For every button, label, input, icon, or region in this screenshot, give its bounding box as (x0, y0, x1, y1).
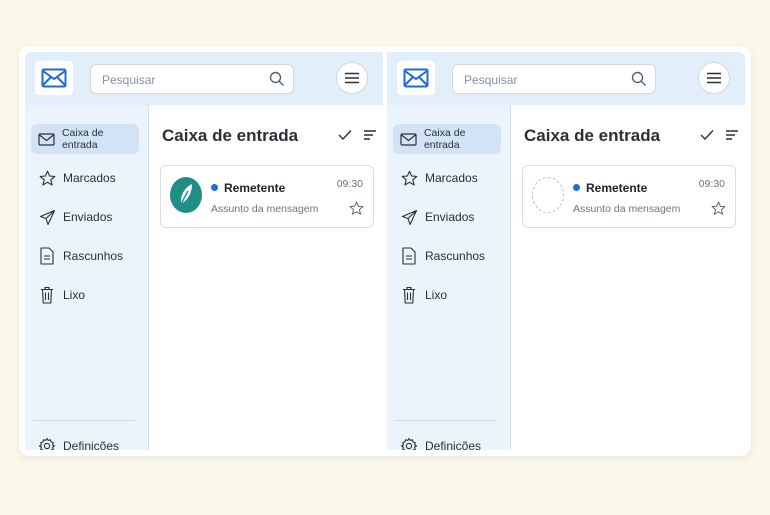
message-subject: Assunto da mensagem (573, 203, 681, 215)
search-icon[interactable] (631, 71, 647, 87)
comparison-card: Pesquisar Caixa de entrada Marcados Envi… (19, 46, 751, 456)
page-title: Caixa de entrada (162, 126, 299, 145)
send-icon (39, 209, 55, 225)
check-icon[interactable] (338, 129, 352, 141)
trash-icon (403, 286, 415, 304)
trash-icon (41, 286, 53, 304)
sidebar-item-label: Caixa de entrada (61, 127, 104, 151)
star-icon (401, 170, 417, 186)
sidebar-item-label: Marcados (425, 171, 478, 185)
mail-logo[interactable] (397, 61, 435, 95)
leaf-logo-icon (180, 184, 192, 205)
sidebar-item-label: Rascunhos (63, 249, 124, 263)
sidebar-item-trash[interactable]: Lixo (393, 280, 501, 310)
hamburger-icon (345, 72, 359, 84)
message-item[interactable]: Remetente Assunto da mensagem 09:30 (522, 165, 736, 228)
inbox-icon (400, 132, 417, 146)
panel-divider (510, 105, 511, 450)
sidebar: Caixa de entrada Marcados Enviados Rascu… (387, 105, 510, 450)
search-placeholder: Pesquisar (464, 73, 518, 87)
sidebar-divider (33, 420, 135, 421)
sidebar-item-label: Marcados (63, 171, 116, 185)
unread-dot (211, 184, 218, 191)
mail-logo[interactable] (35, 61, 73, 95)
mail-app-left: Pesquisar Caixa de entrada Marcados Envi… (25, 52, 383, 450)
sidebar-item-inbox[interactable]: Caixa de entrada (393, 124, 501, 154)
sidebar-item-label: Enviados (63, 210, 113, 224)
inbox-icon (38, 132, 55, 146)
sidebar-item-label: Lixo (63, 288, 86, 302)
sidebar-item-sent[interactable]: Enviados (393, 202, 501, 232)
message-sender: Remetente (586, 181, 648, 195)
sidebar-item-label: Definições (63, 439, 120, 450)
message-list-panel: Caixa de entrada Remetente Assunto da me… (156, 105, 383, 450)
message-item[interactable]: Remetente Assunto da mensagem 09:30 (160, 165, 374, 228)
draft-icon (402, 247, 416, 265)
panel-divider (148, 105, 149, 450)
mail-app-right: Pesquisar Caixa de entrada Marcados Envi… (387, 52, 745, 450)
message-time: 09:30 (698, 178, 725, 190)
search-icon[interactable] (269, 71, 285, 87)
search-placeholder: Pesquisar (102, 73, 156, 87)
unread-dot (573, 184, 580, 191)
sidebar-item-label: Enviados (425, 210, 475, 224)
sidebar-item-settings[interactable]: Definições (393, 431, 501, 450)
sidebar-item-label: Rascunhos (425, 249, 486, 263)
send-icon (401, 209, 417, 225)
star-icon (39, 170, 55, 186)
envelope-logo-icon (41, 68, 67, 88)
message-subject: Assunto da mensagem (211, 203, 319, 215)
avatar (170, 177, 202, 213)
menu-button[interactable] (698, 62, 730, 94)
star-toggle-icon[interactable] (349, 201, 364, 216)
menu-button[interactable] (336, 62, 368, 94)
sidebar-item-drafts[interactable]: Rascunhos (393, 241, 501, 271)
sidebar-item-trash[interactable]: Lixo (31, 280, 139, 310)
page-title: Caixa de entrada (524, 126, 661, 145)
top-bar: Pesquisar (387, 52, 745, 105)
sidebar-item-starred[interactable]: Marcados (31, 163, 139, 193)
sidebar-item-starred[interactable]: Marcados (393, 163, 501, 193)
hamburger-icon (707, 72, 721, 84)
search-input[interactable]: Pesquisar (90, 64, 294, 94)
sidebar-item-settings[interactable]: Definições (31, 431, 139, 450)
message-sender: Remetente (224, 181, 286, 195)
sidebar-divider (395, 420, 497, 421)
gear-icon (400, 437, 418, 450)
check-icon[interactable] (700, 129, 714, 141)
gear-icon (38, 437, 56, 450)
avatar-placeholder (532, 177, 564, 213)
search-input[interactable]: Pesquisar (452, 64, 656, 94)
sidebar: Caixa de entrada Marcados Enviados Rascu… (25, 105, 148, 450)
sidebar-item-label: Definições (425, 439, 482, 450)
sidebar-item-inbox[interactable]: Caixa de entrada (31, 124, 139, 154)
top-bar: Pesquisar (25, 52, 383, 105)
sort-icon[interactable] (725, 129, 739, 141)
message-list-panel: Caixa de entrada Remetente Assunto da me… (518, 105, 745, 450)
sidebar-item-label: Caixa de entrada (423, 127, 466, 151)
message-time: 09:30 (336, 178, 363, 190)
sidebar-item-label: Lixo (425, 288, 448, 302)
envelope-logo-icon (403, 68, 429, 88)
sidebar-item-drafts[interactable]: Rascunhos (31, 241, 139, 271)
draft-icon (40, 247, 54, 265)
star-toggle-icon[interactable] (711, 201, 726, 216)
sidebar-item-sent[interactable]: Enviados (31, 202, 139, 232)
sort-icon[interactable] (363, 129, 377, 141)
